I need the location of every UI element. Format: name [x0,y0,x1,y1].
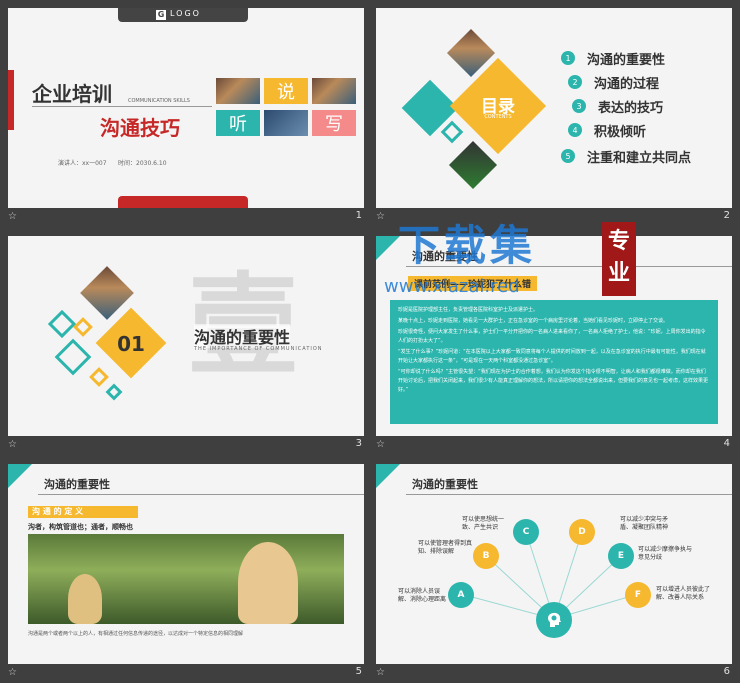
slide-5: 沟通的重要性 沟 通 的 定 义 沟者，构筑管道也；通者，顺畅也 沟通是两个或者… [8,464,364,664]
person-left [68,574,102,624]
slide-star-icon[interactable]: ☆ [376,439,385,450]
bottom-bar [118,196,248,208]
slide-title: 沟通的重要性 [412,250,478,263]
outline-diamond [440,120,464,144]
node-d: D [569,519,595,545]
outline-diamond [47,309,77,339]
definition-label: 沟 通 的 定 义 [28,506,138,518]
toc-label: 沟通的过程 [594,76,660,92]
slide-number: 2 [723,210,730,221]
slide-4: 沟通的重要性 课前范例——珍妮犯了什么错 珍妮是医院护理部主任，负责管理各医院科… [376,236,732,436]
case-paragraph: “发生了什么事？”珍妮问道：“在本医院以上大家都一致同意将每个人提供的时间放到一… [398,349,706,364]
case-paragraph: 珍妮是医院护理部主任，负责管理各医院科室护士及派遣护士。 [398,307,539,313]
case-textbox: 珍妮是医院护理部主任，负责管理各医院科室护士及派遣护士。 某晚十点上，珍妮走到医… [390,300,718,424]
toc-item-1[interactable]: 1 沟通的重要性 [561,48,665,68]
brain-head-icon [536,602,572,638]
title-divider [38,494,364,495]
toc-heading-en: CONTENTS [484,114,512,120]
toc-item-2[interactable]: 2 沟通的过程 [568,72,659,92]
slide-2: 目录 CONTENTS 1 沟通的重要性 2 沟通的过程 3 表达的技巧 4 积极倾听 … [376,8,732,208]
toc-item-4[interactable]: 4 积极倾听 [568,120,646,140]
slide-1: G LOGO 企业培训 COMMUNICATION SKILLS 沟通技巧 演讲… [8,8,364,208]
slide-number: 6 [723,666,730,677]
photo-group [312,78,356,104]
toc-item-5[interactable]: 5 注重和建立共同点 [561,146,691,166]
note-f: 可以增进人员彼此了解、改善人际关系 [656,586,711,601]
slide-6: 沟通的重要性 A B C D E F 可以消除人员误解、消除心理距离 可以使管理… [376,464,732,664]
tile-speak: 说 [264,78,308,104]
title-line2: 沟通技巧 [100,116,180,140]
toc-number: 3 [572,99,586,113]
toc-number: 1 [561,51,575,65]
node-b: B [473,543,499,569]
photo-phone-call [28,534,344,624]
toc-number: 4 [568,123,582,137]
logo-bar: G LOGO [118,8,248,22]
tile-write: 写 [312,110,356,136]
outline-diamond-tiny [105,383,123,401]
definition-line: 沟者，构筑管道也；通者，顺畅也 [28,523,133,531]
slide-star-icon[interactable]: ☆ [376,667,385,678]
corner-accent [376,236,400,260]
node-e: E [608,543,634,569]
accent-bar [8,70,14,130]
part-number: 01 [117,332,145,356]
meta-time: 时间：2030.6.10 [118,160,167,167]
toc-label: 表达的技巧 [598,100,664,116]
photo-caption: 沟通是两个或者两个以上的人，有相通过任何信息传递的途径，以达成对一个特定信息的相… [28,631,244,637]
photo-phone [448,140,498,190]
node-a: A [448,582,474,608]
toc-number: 2 [568,75,582,89]
title-divider [406,266,732,267]
title-line1: 企业培训 [32,82,112,106]
slide-3: 壹 01 沟通的重要性 THE IMPORTANCE OF COMMUNICAT… [8,236,364,436]
node-f: F [625,582,651,608]
person-right [238,542,298,624]
slide-star-icon[interactable]: ☆ [8,667,17,678]
section-title: 沟通的重要性 [194,324,291,348]
slide-number: 1 [355,210,362,221]
toc-label: 积极倾听 [594,124,647,140]
outline-diamond-small [89,367,109,387]
note-e: 可以减少摩擦争执与意见分歧 [638,546,693,561]
note-c: 可以使思想统一致、产生共识 [462,516,505,531]
logo-icon: G [156,10,166,20]
toc-label: 沟通的重要性 [587,52,666,68]
slide-star-icon[interactable]: ☆ [376,211,385,222]
outline-diamond-yellow [73,317,93,337]
section-subtitle-en: THE IMPORTANCE OF COMMUNICATION [194,346,323,352]
slide-star-icon[interactable]: ☆ [8,211,17,222]
case-paragraph: 珍妮很奇怪，便问大家发生了什么事，护士们一平分开把你的一名病人进来看你了，一名病… [398,329,706,344]
note-d: 可以减少冲突与矛盾、凝聚团队精神 [620,516,669,531]
slide-star-icon[interactable]: ☆ [8,439,17,450]
node-c: C [513,519,539,545]
toc-item-3[interactable]: 3 表达的技巧 [572,96,663,116]
slide-number: 3 [355,438,362,449]
note-b: 可以使管理者得到真知、排除误解 [418,540,473,555]
case-paragraph: “可你却说了什么吗？”主管很失望：“我们现在为护士的合作着想，我们认为你发这个指… [398,369,709,393]
tile-listen: 听 [216,110,260,136]
toc-label: 注重和建立共同点 [587,150,692,166]
corner-accent [8,464,32,488]
slide-title: 沟通的重要性 [44,478,110,491]
slide-number: 4 [723,438,730,449]
outline-diamond-large [54,338,92,376]
toc-number: 5 [561,149,575,163]
divider [32,106,212,107]
note-a: 可以消除人员误解、消除心理距离 [398,588,447,603]
photo-meeting [264,110,308,136]
slide-number: 5 [355,666,362,677]
case-paragraph: 某晚十点上，珍妮走到医院，她看见一大群护士，正在急诊室的一个病房里讨论着，当她们… [398,318,669,324]
logo-text: LOGO [170,9,201,18]
subtitle-en: COMMUNICATION SKILLS [128,98,190,104]
photo-people [216,78,260,104]
meta-author: 演讲人：xx一007 [58,160,107,167]
case-label: 课前范例——珍妮犯了什么错 [408,276,538,291]
